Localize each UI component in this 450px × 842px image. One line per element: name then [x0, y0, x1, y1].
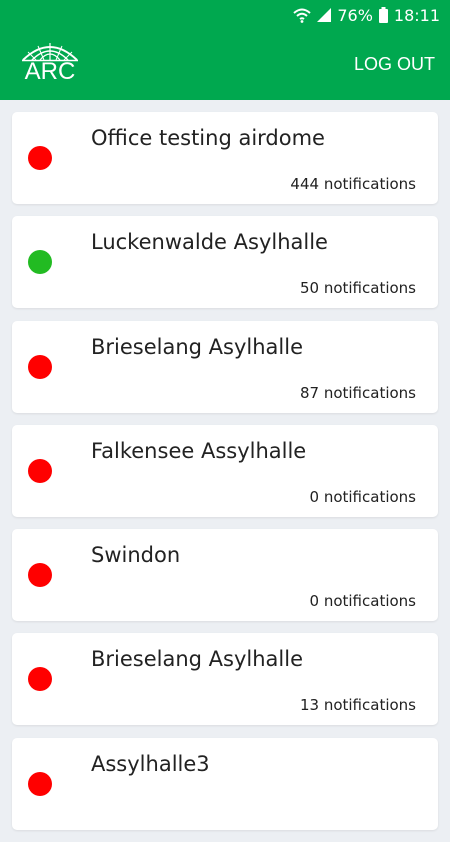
site-card[interactable]: Assylhalle3 — [12, 737, 438, 830]
status-indicator — [28, 563, 52, 588]
signal-icon — [317, 8, 332, 22]
site-list: Office testing airdome 444 notifications L… — [12, 112, 438, 842]
clock: 18:11 — [393, 5, 440, 25]
site-card[interactable]: Brieselang Asylhalle 13 notifications — [12, 633, 438, 726]
arc-logo: ARC — [20, 40, 80, 90]
battery-icon — [378, 7, 388, 23]
notification-count: 444 notifications — [290, 175, 416, 193]
site-name: Assylhalle3 — [91, 751, 210, 776]
status-indicator — [28, 146, 52, 170]
logout-button[interactable]: LOG OUT — [354, 54, 435, 75]
status-indicator — [28, 250, 52, 275]
site-name: Brieselang Asylhalle — [91, 647, 304, 672]
wifi-icon — [293, 7, 311, 23]
site-name: Brieselang Asylhalle — [91, 334, 304, 359]
site-name: Luckenwalde Asylhalle — [91, 230, 328, 255]
notification-count: 50 notifications — [299, 279, 416, 298]
site-card[interactable]: Office testing airdome 444 notifications — [12, 112, 438, 204]
status-indicator — [28, 771, 52, 796]
site-card[interactable]: Swindon 0 notifications — [12, 529, 438, 622]
status-bar: 76% 18:11 — [0, 0, 450, 30]
battery-percent: 76% — [337, 5, 373, 25]
notification-count: 0 notifications — [309, 592, 416, 611]
status-indicator — [28, 667, 52, 692]
notification-count: 13 notifications — [299, 696, 416, 715]
notification-count: 87 notifications — [299, 383, 416, 402]
logo-text: ARC — [24, 58, 76, 85]
status-indicator — [28, 458, 52, 483]
notification-count: 0 notifications — [309, 487, 416, 506]
site-card[interactable]: Falkensee Assylhalle 0 notifications — [12, 424, 438, 517]
site-card[interactable]: Brieselang Asylhalle 87 notifications — [12, 320, 438, 413]
site-name: Falkensee Assylhalle — [91, 438, 307, 463]
site-name: Office testing airdome — [91, 126, 325, 150]
site-card[interactable]: Luckenwalde Asylhalle 50 notifications — [12, 216, 438, 309]
app-bar: ARC LOG OUT — [0, 30, 450, 100]
status-indicator — [28, 354, 52, 379]
site-name: Swindon — [91, 543, 181, 568]
